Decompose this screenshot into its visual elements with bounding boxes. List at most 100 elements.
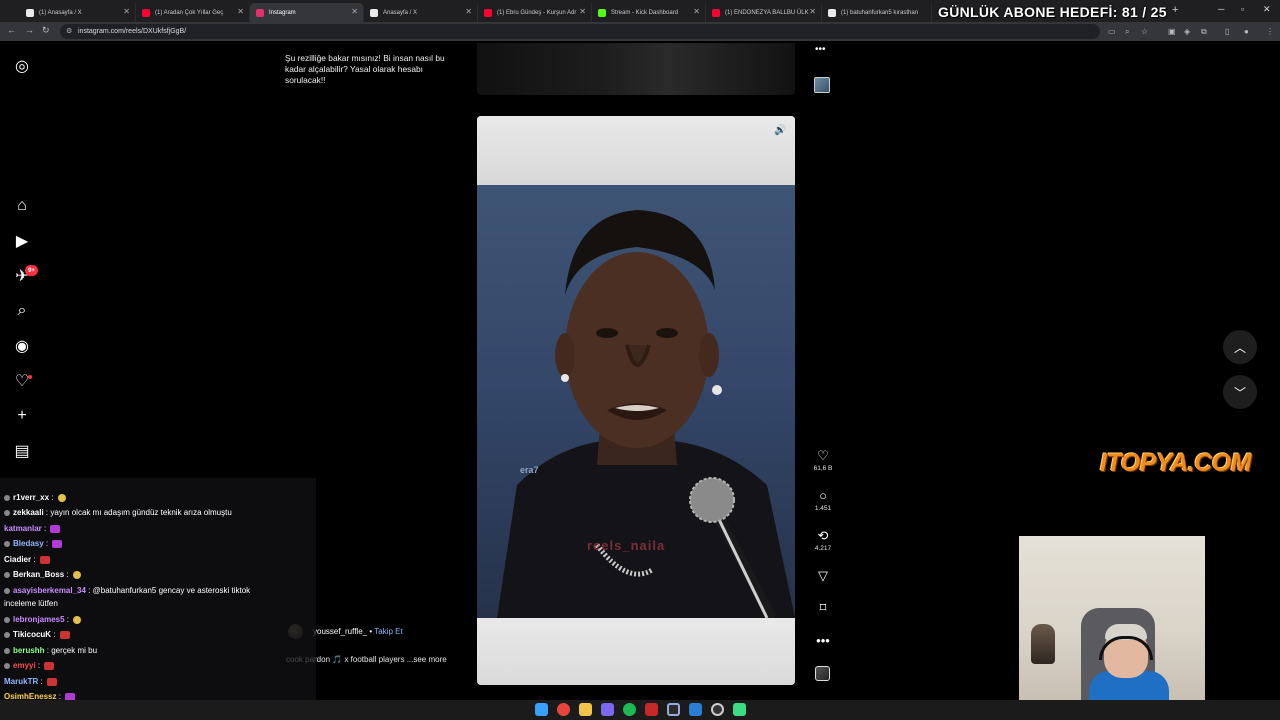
reel-person-illustration bbox=[497, 210, 795, 621]
browser-tab[interactable]: (1) ENDONEZYA BALLBU ÜLK ✕ bbox=[706, 3, 822, 22]
spotify-icon[interactable] bbox=[623, 703, 636, 716]
reel-video-frame[interactable]: era7 reels_naila bbox=[477, 185, 795, 621]
badge-icon bbox=[4, 540, 10, 547]
minimize-icon[interactable]: ─ bbox=[1218, 4, 1224, 14]
follow-button[interactable]: Takip Et bbox=[374, 627, 402, 636]
emote-icon bbox=[52, 539, 63, 548]
zoom-icon[interactable]: ⌕ bbox=[1125, 27, 1129, 37]
browser-tab[interactable]: (1) Ebru Gündeş - Kurşun Adr ✕ bbox=[478, 3, 592, 22]
notifications-heart-icon[interactable]: ♡ bbox=[12, 371, 32, 391]
chat-message: asayisberkemal_34 : @batuhanfurkan5 genc… bbox=[4, 586, 250, 596]
extension-icon[interactable]: ◈ bbox=[1184, 27, 1190, 36]
repost-icon: ⟲ bbox=[817, 528, 829, 543]
discord-icon[interactable] bbox=[601, 703, 614, 716]
youtube-favicon-icon bbox=[484, 8, 492, 17]
chat-message: inceleme lütfen bbox=[4, 599, 58, 609]
previous-reel-button[interactable]: ︿ bbox=[1223, 330, 1257, 364]
start-icon[interactable] bbox=[535, 703, 548, 716]
telegram-icon[interactable] bbox=[689, 703, 702, 716]
audio-thumbnail[interactable] bbox=[814, 77, 830, 93]
chat-message: zekkaali : yayın olcak mı adaşım gündüz … bbox=[4, 508, 232, 518]
close-window-icon[interactable]: ✕ bbox=[1263, 4, 1271, 15]
browser-tab[interactable]: (1) Aradan Çok Yıllar Geç ✕ bbox=[136, 3, 250, 22]
more-options-icon[interactable]: ••• bbox=[815, 44, 826, 55]
chat-username: berushh bbox=[13, 646, 45, 655]
tab-close-icon[interactable]: ✕ bbox=[123, 7, 130, 16]
chat-username: emyyi bbox=[13, 661, 36, 670]
author-line: youssef_ruffle_ • Takip Et bbox=[313, 627, 403, 636]
previous-reel-video[interactable] bbox=[477, 43, 795, 95]
bookmark-star-icon[interactable]: ☆ bbox=[1141, 27, 1148, 36]
dashboard-icon[interactable]: ▤ bbox=[12, 441, 32, 461]
sound-toggle-icon[interactable]: 🔊 bbox=[774, 125, 786, 136]
chat-username: TikicocuK bbox=[13, 630, 52, 639]
new-tab-icon[interactable]: + bbox=[1172, 4, 1178, 16]
like-button[interactable]: ♡ 61,6 B bbox=[812, 449, 834, 473]
more-icon: ••• bbox=[816, 633, 830, 648]
youtube-favicon-icon bbox=[712, 8, 720, 17]
browser-tab[interactable]: Anasayfa / X ✕ bbox=[364, 3, 478, 22]
reel-video[interactable]: era7 reels_naila 🔊 bbox=[477, 116, 795, 685]
next-reel-button[interactable]: ﹀ bbox=[1223, 375, 1257, 409]
browser-tab[interactable]: Stream - Kick Dashboard ✕ bbox=[592, 3, 706, 22]
instagram-favicon-icon bbox=[256, 8, 264, 17]
explore-icon[interactable]: ◉ bbox=[12, 336, 32, 356]
extensions-puzzle-icon[interactable]: ⧉ bbox=[1201, 27, 1207, 37]
forward-icon[interactable]: → bbox=[25, 25, 34, 35]
chat-message: MarukTR : bbox=[4, 677, 57, 687]
tab-close-icon[interactable]: ✕ bbox=[809, 7, 816, 16]
save-button[interactable]: ⌑ bbox=[812, 601, 834, 615]
maximize-icon[interactable]: ▫ bbox=[1241, 4, 1244, 14]
home-icon[interactable]: ⌂ bbox=[12, 196, 32, 216]
file-explorer-icon[interactable] bbox=[579, 703, 592, 716]
comment-count: 1.451 bbox=[814, 505, 832, 512]
search-icon[interactable]: ⌕ bbox=[12, 301, 32, 321]
share-button[interactable]: ▽ bbox=[812, 569, 834, 583]
obs-icon[interactable] bbox=[667, 703, 680, 716]
site-info-icon[interactable]: ⚙ bbox=[66, 27, 72, 35]
emote-icon bbox=[59, 630, 70, 639]
steam-icon[interactable] bbox=[711, 703, 724, 716]
tab-close-icon[interactable]: ✕ bbox=[465, 7, 472, 16]
emote-icon bbox=[73, 615, 82, 624]
app-icon[interactable] bbox=[733, 703, 746, 716]
previous-reel-caption: Şu rezilliğe bakar mısınız! Bi insan nas… bbox=[285, 53, 445, 85]
tab-close-icon[interactable]: ✕ bbox=[351, 7, 358, 16]
emote-icon bbox=[46, 677, 57, 686]
tab-close-icon[interactable]: ✕ bbox=[579, 7, 586, 16]
chat-username: Ciadier bbox=[4, 555, 32, 564]
browser-tab-active[interactable]: Instagram ✕ bbox=[250, 3, 364, 22]
reel-letterbox-bottom bbox=[477, 618, 795, 685]
chrome-icon[interactable] bbox=[557, 703, 570, 716]
badge-icon bbox=[4, 587, 10, 594]
x-favicon-icon bbox=[828, 8, 836, 17]
sidebar-icon[interactable]: ▯ bbox=[1225, 27, 1229, 36]
tab-close-icon[interactable]: ✕ bbox=[693, 7, 700, 16]
extension-icon[interactable]: ▣ bbox=[1168, 27, 1176, 36]
chat-text: @batuhanfurkan5 gencay ve asteroski tikt… bbox=[92, 586, 251, 595]
reels-icon[interactable]: ▶ bbox=[12, 231, 32, 251]
audio-thumbnail[interactable] bbox=[815, 666, 830, 681]
browser-tab[interactable]: (1) Anasayfa / X ✕ bbox=[20, 3, 136, 22]
url-field[interactable]: ⚙ instagram.com/reels/DXUkfsfjGgB/ bbox=[60, 24, 1100, 39]
instagram-logo-icon[interactable]: ◎ bbox=[12, 56, 32, 76]
app-icon[interactable] bbox=[645, 703, 658, 716]
taskbar bbox=[0, 700, 1280, 720]
repost-button[interactable]: ⟲ 4.217 bbox=[812, 528, 834, 553]
bookmark-icon: ⌑ bbox=[819, 600, 827, 615]
address-bar: ← → ↻ ⚙ instagram.com/reels/DXUkfsfjGgB/ … bbox=[0, 22, 1280, 41]
badge-icon bbox=[4, 571, 10, 578]
comment-button[interactable]: ○ 1.451 bbox=[812, 489, 834, 513]
profile-avatar-icon[interactable]: ● bbox=[1244, 27, 1249, 36]
browser-menu-icon[interactable]: ⋮ bbox=[1266, 27, 1274, 36]
more-options-button[interactable]: ••• bbox=[812, 634, 834, 648]
back-icon[interactable]: ← bbox=[7, 25, 16, 35]
reload-icon[interactable]: ↻ bbox=[42, 25, 50, 36]
create-icon[interactable]: + bbox=[12, 406, 32, 426]
author-username[interactable]: youssef_ruffle_ bbox=[313, 627, 367, 636]
tab-close-icon[interactable]: ✕ bbox=[237, 7, 244, 16]
chat-message: TikicocuK : bbox=[4, 630, 70, 640]
chevron-down-icon: ﹀ bbox=[1233, 385, 1246, 400]
browser-tab[interactable]: (1) batuhanfurkan5 kırasthan bbox=[822, 3, 932, 22]
cast-icon[interactable]: ▭ bbox=[1108, 27, 1116, 36]
